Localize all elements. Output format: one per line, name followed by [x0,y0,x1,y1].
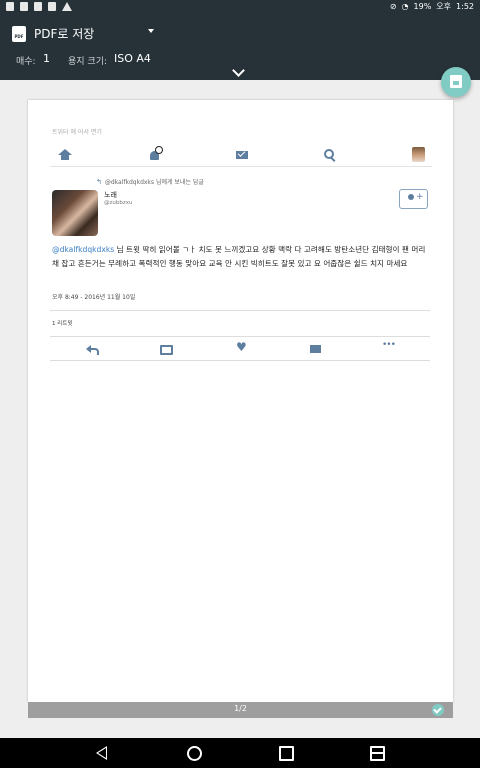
back-icon[interactable] [96,746,107,760]
status-bar: ⊘ ◔ 19% 오후 1:52 [0,0,480,14]
copies-value[interactable]: 1 [43,52,50,65]
warning-icon [62,2,72,11]
split-screen-icon[interactable] [370,746,385,761]
print-preview-page: 트위터 에 어서 면기 ↰ @dkalfkdqkdxks 님에게 보내는 답글 노… [28,100,453,702]
battery-text: 19% [413,2,432,11]
chevron-down-icon[interactable] [148,29,154,33]
like-icon [236,340,250,354]
author-handle: @zubbzxu [104,200,133,206]
more-icon [382,340,396,354]
tweet-text: @dkalfkdqkdxks 님 트윗 딱히 읽어볼 ㄱㅏ 치도 못 느끼겠고요… [52,243,432,271]
page-title: 트위터 에 어서 면기 [52,129,102,136]
wifi-icon: ◔ [401,2,409,11]
naver-icon [34,2,42,11]
page-indicator-bar: 1/2 [28,702,453,718]
gallery-icon [20,2,28,11]
home-icon [58,149,72,161]
tiktok-icon [6,2,14,11]
profile-avatar [412,147,425,162]
tweet-timestamp: 오후 8:49 - 2016년 11월 10일 [52,294,136,301]
follow-icon [399,189,428,209]
page-number: 1/2 [234,704,247,713]
copies-label: 매수: [16,57,36,67]
clock: 1:52 [456,2,474,11]
pdf-download-icon [450,75,462,88]
tweet-actions [50,338,430,360]
direct-message-icon [310,344,324,354]
home-button-icon[interactable] [187,746,202,761]
expand-options-icon[interactable] [232,64,245,77]
reply-context-text: @dkalfkdqkdxks 님에게 보내는 답글 [104,179,204,186]
system-nav-bar [0,738,480,768]
save-pdf-button[interactable] [441,67,471,97]
tweet-mention: @dkalfkdqkdxks [52,245,115,254]
calendar-icon [48,2,56,11]
divider [50,336,430,337]
messages-icon [236,149,250,161]
twitter-nav-bar [50,144,432,167]
destination-selector[interactable]: PDF로 저장 [34,25,94,42]
reply-arrow-icon: ↰ [96,178,102,186]
recent-apps-icon[interactable] [279,746,294,761]
search-icon [324,149,338,161]
notifications-icon [148,146,163,161]
pdf-icon: PDF [12,26,26,42]
author-avatar [52,190,98,236]
divider [50,360,430,361]
divider [50,310,430,311]
print-options-header: PDF PDF로 저장 매수: 1 용지 크기: ISO A4 [0,14,480,80]
mute-icon: ⊘ [389,2,397,11]
paper-size-value[interactable]: ISO A4 [114,52,151,65]
retweet-count: 1 리트윗 [52,321,73,327]
reply-context: ↰ @dkalfkdqkdxks 님에게 보내는 답글 [96,177,204,186]
paper-size-label: 용지 크기: [68,57,108,67]
author-name: 노래 [104,191,117,199]
reply-icon [86,344,100,355]
carrier-text: 오후 [436,2,452,11]
retweet-icon [160,344,174,355]
page-selected-check-icon[interactable] [432,704,444,716]
